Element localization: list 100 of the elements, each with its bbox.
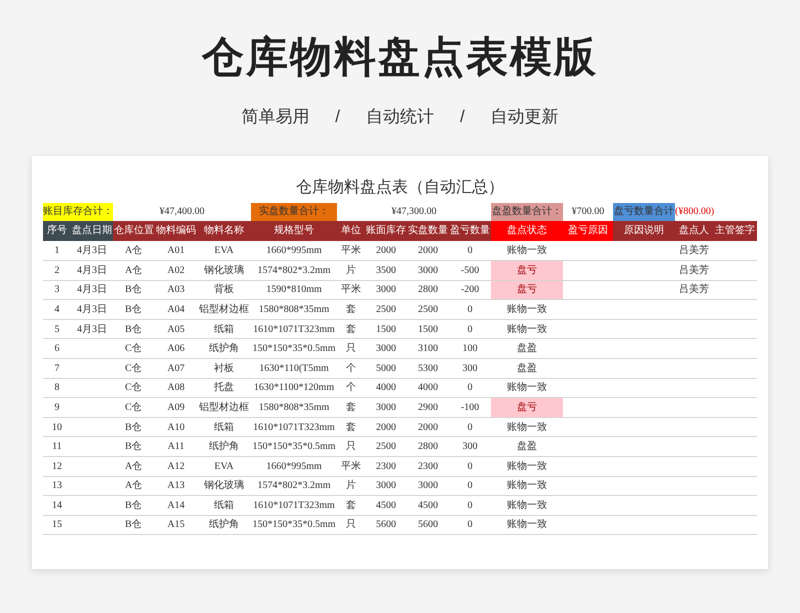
sheet-title: 仓库物料盘点表（自动汇总） — [295, 178, 505, 197]
table-cell: A08 — [155, 378, 197, 398]
table-cell: 3500 — [365, 260, 407, 280]
table-cell: 纸箱 — [197, 319, 251, 339]
column-header: 主管签字 — [713, 220, 758, 241]
table-cell: 4月3日 — [71, 240, 113, 260]
table-cell: A03 — [155, 280, 197, 300]
table-cell: 1610*1071T323mm — [251, 417, 337, 437]
table-cell: A02 — [155, 260, 197, 280]
table-cell: B仓 — [113, 496, 155, 516]
table-cell: 4000 — [365, 378, 407, 398]
table-cell: 账物一致 — [491, 417, 563, 437]
table-cell: 1630*1100*120mm — [251, 378, 337, 398]
table-cell: 6 — [43, 338, 71, 358]
table-cell: 1610*1071T323mm — [251, 496, 337, 516]
column-header: 单位 — [337, 220, 365, 241]
table-cell: 账物一致 — [491, 496, 563, 516]
table-cell: 账物一致 — [491, 240, 563, 260]
table-cell: 2900 — [407, 398, 449, 418]
table-cell: B仓 — [113, 280, 155, 300]
table-cell: 0 — [449, 456, 491, 476]
table-cell: 9 — [43, 398, 71, 418]
table-cell: 托盘 — [197, 378, 251, 398]
table-cell: 0 — [449, 515, 491, 535]
table-cell: 衬板 — [197, 358, 251, 378]
column-header: 物料名称 — [197, 220, 251, 241]
summary-value: ¥700.00 — [563, 202, 613, 221]
table-cell: 1660*995mm — [251, 240, 337, 260]
table-cell: 1500 — [365, 319, 407, 339]
table-cell: 2800 — [407, 280, 449, 300]
feature-label: 自动更新 — [490, 106, 559, 128]
table-cell: 12 — [43, 456, 71, 476]
column-header: 账面库存 — [365, 220, 407, 241]
table-cell: 铝型材边框 — [197, 398, 251, 418]
table-cell: C仓 — [113, 398, 155, 418]
table-cell: 吕美芳 — [675, 260, 713, 280]
table-cell: C仓 — [113, 358, 155, 378]
table-cell: 0 — [449, 476, 491, 496]
column-header: 盘点日期 — [71, 220, 113, 241]
table-cell: C仓 — [113, 378, 155, 398]
table-cell: 150*150*35*0.5mm — [251, 515, 337, 535]
table-cell: 15 — [43, 515, 71, 535]
table-cell: 个 — [337, 358, 365, 378]
column-header: 序号 — [43, 220, 71, 241]
table-cell: 账物一致 — [491, 319, 563, 339]
table-cell: A15 — [155, 515, 197, 535]
table-cell: 套 — [337, 496, 365, 516]
table-cell: 套 — [337, 398, 365, 418]
table-cell: 盘盈 — [491, 338, 563, 358]
table-cell: A11 — [155, 436, 197, 456]
table-cell: A07 — [155, 358, 197, 378]
table-cell: EVA — [197, 456, 251, 476]
table-cell: 4500 — [365, 496, 407, 516]
table-cell: 5600 — [407, 515, 449, 535]
table-cell: 2000 — [407, 417, 449, 437]
table-cell: 150*150*35*0.5mm — [251, 338, 337, 358]
column-header: 盈亏原因 — [563, 220, 613, 241]
table-cell: 4月3日 — [71, 260, 113, 280]
table-cell: 吕美芳 — [675, 240, 713, 260]
table-cell: A01 — [155, 240, 197, 260]
table-cell: 0 — [449, 417, 491, 437]
table-cell: 2 — [43, 260, 71, 280]
table-cell: 1574*802*3.2mm — [251, 476, 337, 496]
table-cell: 2500 — [365, 436, 407, 456]
table-cell: 2500 — [365, 300, 407, 320]
table-cell: 0 — [449, 240, 491, 260]
table-cell: A12 — [155, 456, 197, 476]
table-cell: 1500 — [407, 319, 449, 339]
table-cell: A10 — [155, 417, 197, 437]
table-cell: A仓 — [113, 476, 155, 496]
table-cell: 平米 — [337, 240, 365, 260]
table-cell: 纸护角 — [197, 436, 251, 456]
table-cell: B仓 — [113, 515, 155, 535]
table-cell: 盘盈 — [491, 358, 563, 378]
table-cell: 0 — [449, 319, 491, 339]
column-header: 物料编码 — [155, 220, 197, 241]
table-cell: B仓 — [113, 319, 155, 339]
table-cell: 4月3日 — [71, 300, 113, 320]
table-cell: 片 — [337, 260, 365, 280]
table-cell: C仓 — [113, 338, 155, 358]
table-cell: 2300 — [407, 456, 449, 476]
table-cell: 0 — [449, 378, 491, 398]
table-cell: 3000 — [365, 398, 407, 418]
table-cell: 5300 — [407, 358, 449, 378]
table-cell: 5600 — [365, 515, 407, 535]
table-cell: 5 — [43, 319, 71, 339]
table-cell: 2000 — [365, 240, 407, 260]
table-cell: 13 — [43, 476, 71, 496]
separator: / — [460, 106, 465, 128]
table-cell: A06 — [155, 338, 197, 358]
table-cell: 账物一致 — [491, 515, 563, 535]
table-cell: 盘盈 — [491, 436, 563, 456]
table-cell: 0 — [449, 496, 491, 516]
table-cell: 片 — [337, 476, 365, 496]
table-cell: 账物一致 — [491, 456, 563, 476]
table-cell: 纸箱 — [197, 496, 251, 516]
table-cell: 钢化玻璃 — [197, 476, 251, 496]
table-cell: 2300 — [365, 456, 407, 476]
table-cell: 14 — [43, 496, 71, 516]
table-cell: 1630*110(T5mm — [251, 358, 337, 378]
